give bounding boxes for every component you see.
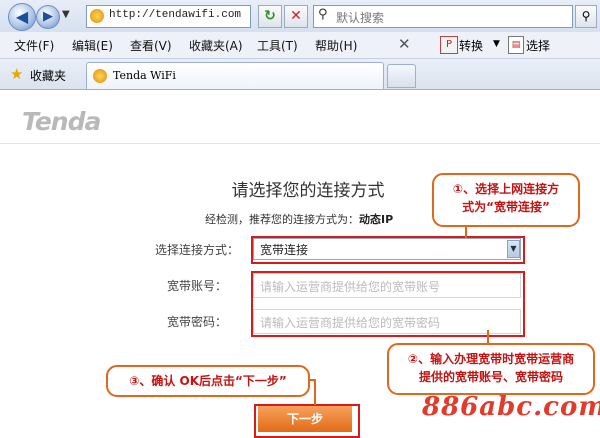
- menu-tools[interactable]: 工具(T): [257, 37, 298, 54]
- watermark: 886abc.com: [422, 392, 600, 422]
- back-button[interactable]: ◀: [8, 3, 36, 31]
- menu-view[interactable]: 查看(V): [130, 37, 172, 54]
- search-input[interactable]: ⚲ 默认搜索: [313, 5, 573, 28]
- callout-1-line-2: 式为“宽带连接”: [462, 200, 550, 214]
- callout-2-line-1: ②、输入办理宽带时宽带运营商: [407, 352, 575, 366]
- highlight-select-box: [251, 236, 525, 264]
- callout-step-1: ①、选择上网连接方 式为“宽带连接”: [432, 173, 580, 227]
- new-tab-button[interactable]: [387, 64, 416, 88]
- forward-button[interactable]: ▶: [36, 5, 60, 29]
- tab-tenda-wifi[interactable]: Tenda WiFi: [86, 62, 384, 90]
- address-toolbar: ◀ ▶ ▼ http://tendawifi.com ▼ ↻ ✕ ⚲ 默认搜索 …: [0, 0, 600, 32]
- url-text: http://tendawifi.com: [109, 9, 242, 21]
- divider: [0, 143, 600, 144]
- menu-edit[interactable]: 编辑(E): [72, 37, 113, 54]
- tenda-logo: Tenda: [22, 107, 101, 136]
- history-dropdown-icon[interactable]: ▼: [62, 9, 70, 20]
- search-placeholder: 默认搜索: [336, 11, 385, 25]
- password-label: 宽带密码：: [166, 315, 227, 329]
- address-input[interactable]: http://tendawifi.com ▼: [86, 5, 332, 28]
- account-label: 宽带账号：: [166, 279, 227, 293]
- favorites-button[interactable]: 收藏夹: [30, 67, 66, 84]
- menu-favorites[interactable]: 收藏夹(A): [189, 37, 243, 54]
- refresh-icon: ↻: [264, 8, 276, 24]
- callout-2-pointer: [487, 330, 489, 344]
- chevron-down-icon[interactable]: ▼: [493, 39, 500, 49]
- menu-help[interactable]: 帮助(H): [315, 37, 357, 54]
- callout-2-line-2: 提供的宽带账号、宽带密码: [418, 370, 563, 384]
- site-icon: [90, 9, 104, 23]
- favorites-bar: ★ 收藏夹 Tenda WiFi: [0, 59, 600, 90]
- arrow-right-icon: ▶: [43, 9, 53, 24]
- select-button[interactable]: 选择: [526, 37, 550, 54]
- star-icon[interactable]: ★: [10, 65, 23, 83]
- search-icon: ⚲: [318, 7, 328, 22]
- callout-1-line-1: ①、选择上网连接方: [452, 182, 560, 196]
- callout-step-2: ②、输入办理宽带时宽带运营商 提供的宽带账号、宽带密码: [387, 343, 595, 395]
- convert-button[interactable]: 转换: [459, 37, 483, 54]
- callout-3-pointer-vertical: [314, 379, 316, 405]
- convert-icon[interactable]: P: [440, 36, 458, 54]
- site-icon: [93, 69, 107, 83]
- search-icon: ⚲: [581, 9, 591, 23]
- refresh-button[interactable]: ↻: [258, 5, 282, 28]
- detect-value: 动态IP: [359, 213, 394, 226]
- menu-bar: 文件(F) 编辑(E) 查看(V) 收藏夹(A) 工具(T) 帮助(H) ✕ P…: [0, 32, 600, 59]
- menu-file[interactable]: 文件(F): [14, 37, 54, 54]
- highlight-next-box: [254, 404, 360, 438]
- arrow-left-icon: ◀: [15, 7, 29, 26]
- tab-title: Tenda WiFi: [113, 69, 176, 82]
- close-icon: ✕: [290, 8, 302, 24]
- connection-label: 选择连接方式：: [154, 243, 239, 257]
- detect-prefix: 经检测，推荐您的连接方式为：: [205, 213, 359, 226]
- search-button[interactable]: ⚲: [575, 5, 597, 28]
- callout-step-3: ③、确认 OK后点击“下一步”: [106, 365, 310, 397]
- detect-text: 经检测，推荐您的连接方式为：动态IP: [205, 211, 393, 227]
- select-icon[interactable]: ▤: [508, 36, 524, 54]
- stop-button[interactable]: ✕: [284, 5, 308, 28]
- highlight-inputs-box: [251, 271, 525, 337]
- close-icon[interactable]: ✕: [398, 35, 411, 53]
